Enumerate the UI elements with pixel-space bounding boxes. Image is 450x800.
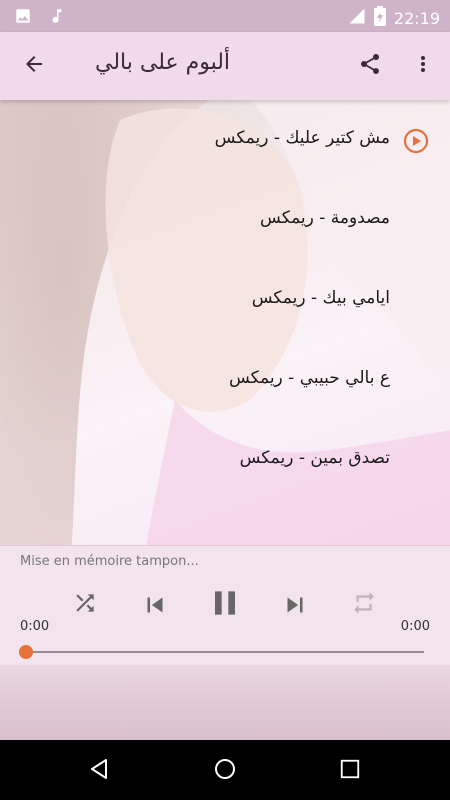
nav-recents-icon: [339, 758, 361, 784]
track-item[interactable]: ع بالي حبيبي - ريمكس: [229, 368, 390, 388]
share-icon: [358, 52, 382, 80]
overflow-menu-button[interactable]: [405, 46, 441, 86]
skip-next-icon: [280, 590, 310, 624]
more-vert-icon: [411, 52, 435, 80]
track-item[interactable]: مش كتير عليك - ريمكس: [215, 128, 390, 148]
current-time: 0:00: [20, 619, 50, 634]
nav-back-button[interactable]: [82, 754, 116, 788]
nav-home-icon: [213, 757, 237, 785]
total-time: 0:00: [400, 619, 430, 634]
background-strip: [0, 665, 450, 740]
seek-thumb[interactable]: [19, 645, 33, 659]
now-playing-icon[interactable]: [403, 128, 429, 158]
track-item[interactable]: تصدق بمين - ريمكس: [240, 448, 390, 468]
app-bar: ألبوم على بالي: [0, 32, 450, 100]
status-bar: 22:19: [0, 0, 450, 32]
nav-back-icon: [87, 757, 111, 785]
page-title: ألبوم على بالي: [95, 50, 231, 75]
previous-button[interactable]: [138, 590, 172, 624]
navigation-bar: [0, 740, 450, 800]
image-icon: [14, 7, 32, 29]
share-button[interactable]: [350, 46, 390, 86]
track-list: مش كتير عليك - ريمكس مصدومة - ريمكس ايام…: [0, 100, 450, 545]
pause-icon: [205, 583, 245, 627]
clock: 22:19: [393, 8, 440, 28]
wifi-icon: [348, 7, 366, 29]
back-button[interactable]: [14, 46, 54, 86]
battery-charging-icon: [373, 6, 386, 30]
buffering-status: Mise en mémoire tampon...: [20, 554, 199, 569]
repeat-icon: [351, 590, 377, 620]
arrow-back-icon: [22, 52, 46, 80]
music-note-icon: [48, 7, 66, 29]
shuffle-icon: [72, 590, 98, 620]
nav-home-button[interactable]: [208, 754, 242, 788]
repeat-button[interactable]: [349, 590, 379, 620]
player-panel: Mise en mémoire tampon... 0:00 0:00: [0, 545, 450, 666]
track-item[interactable]: ايامي بيك - ريمكس: [252, 288, 390, 308]
nav-recents-button[interactable]: [333, 754, 367, 788]
shuffle-button[interactable]: [70, 590, 100, 620]
skip-previous-icon: [140, 590, 170, 624]
seek-bar[interactable]: [26, 651, 424, 653]
next-button[interactable]: [278, 590, 312, 624]
pause-button[interactable]: [204, 584, 246, 626]
track-item[interactable]: مصدومة - ريمكس: [260, 208, 390, 228]
